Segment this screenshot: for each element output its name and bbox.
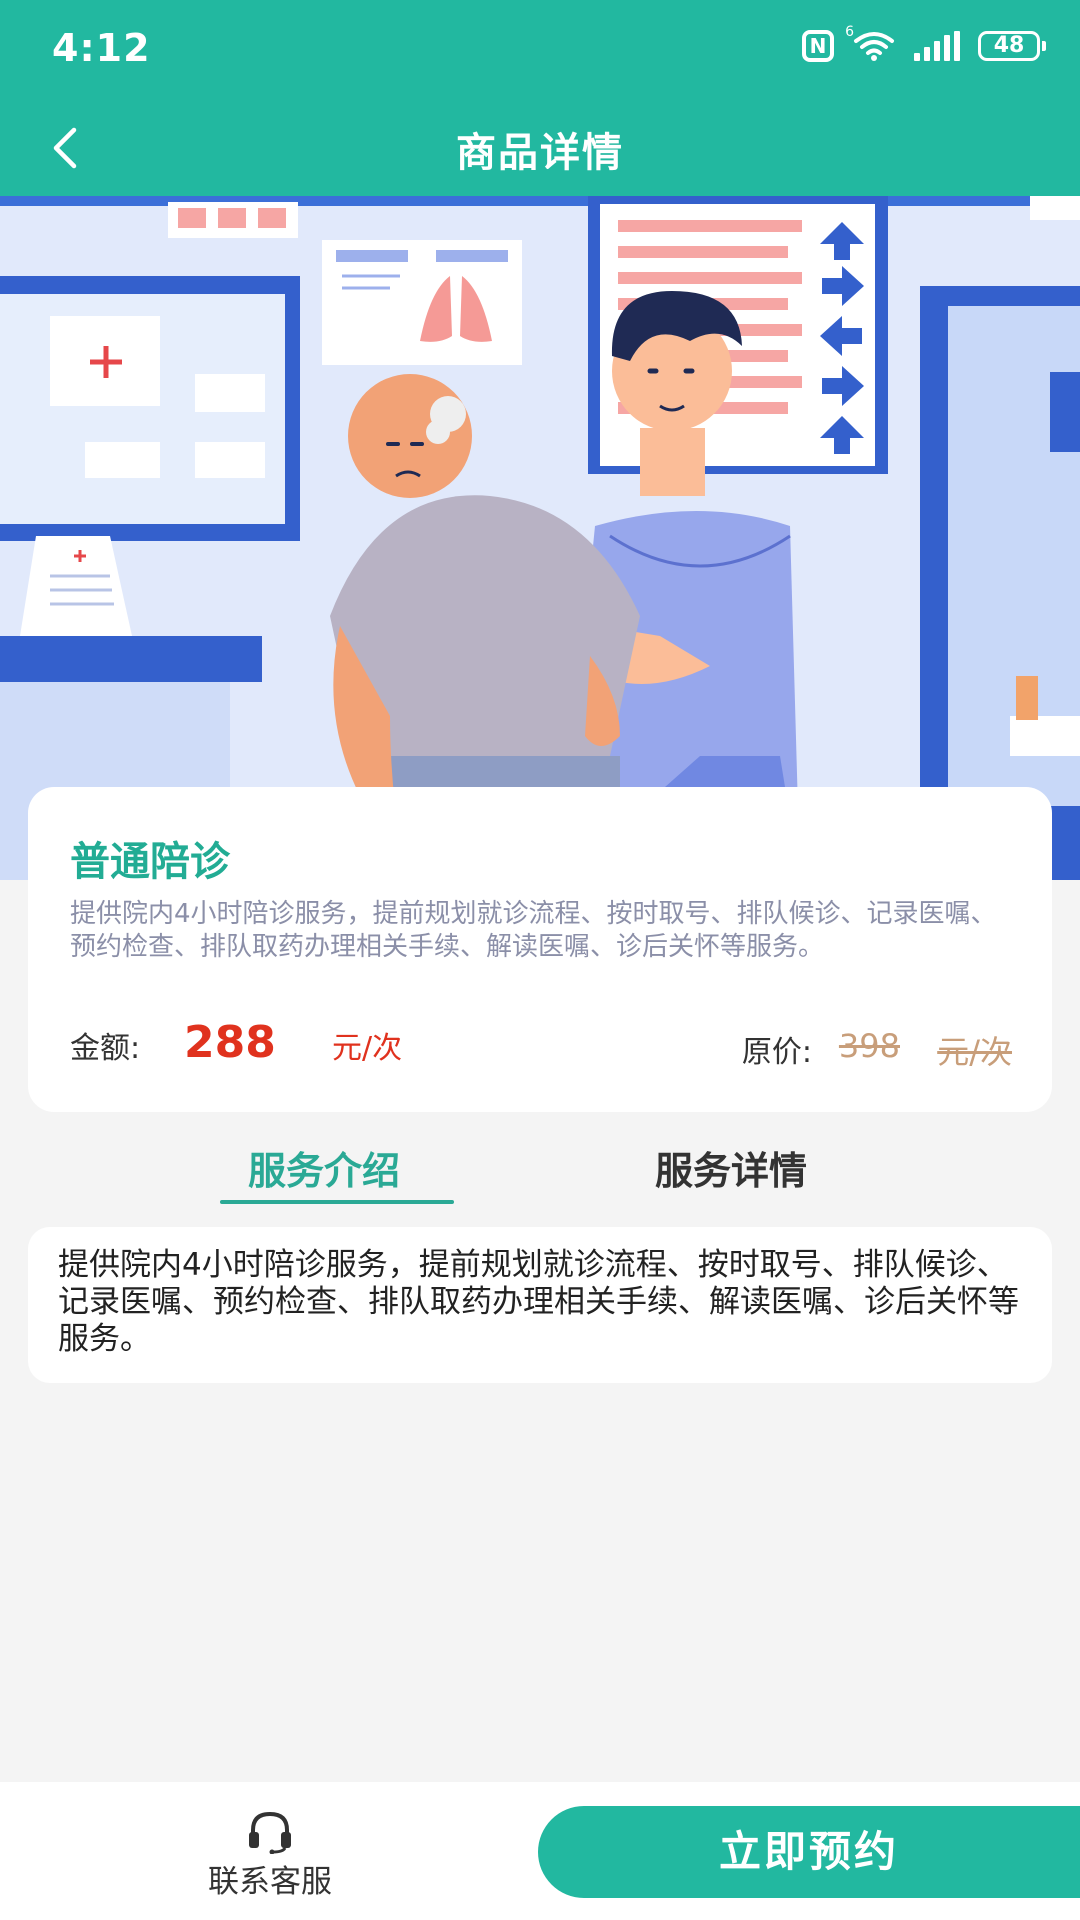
customer-service-button[interactable]: 联系客服 [170, 1810, 370, 1900]
battery-icon: 48 [978, 31, 1046, 61]
wifi-icon [852, 31, 896, 61]
status-icons: N 6 48 [802, 24, 1046, 62]
tab-bar: 服务介绍 服务详情 [0, 1140, 1080, 1206]
nfc-icon: N [802, 30, 834, 62]
tab-service-intro[interactable]: 服务介绍 [248, 1140, 400, 1195]
status-time: 4:12 [52, 26, 151, 70]
bottom-action-bar: 联系客服 立即预约 [0, 1782, 1080, 1920]
service-name: 普通陪诊 [70, 839, 230, 885]
page-title: 商品详情 [456, 130, 624, 176]
original-price-label: 原价: [741, 1035, 812, 1070]
book-now-button[interactable]: 立即预约 [538, 1806, 1080, 1898]
price-row: 金额: 288 元/次 原价: 398 元/次 [70, 1013, 1012, 1073]
headset-icon [245, 1810, 295, 1855]
service-card: 普通陪诊 提供院内4小时陪诊服务，提前规划就诊流程、按时取号、排队候诊、记录医嘱… [28, 787, 1052, 1112]
wifi-label: 6 [845, 24, 854, 40]
nav-bar: 商品详情 [0, 100, 1080, 196]
customer-service-label: 联系客服 [208, 1864, 332, 1900]
original-price-unit: 元/次 [937, 1033, 1012, 1071]
hero-illustration [0, 196, 1080, 880]
service-intro-panel: 提供院内4小时陪诊服务，提前规划就诊流程、按时取号、排队候诊、记录医嘱、预约检查… [28, 1227, 1052, 1383]
service-intro-text: 提供院内4小时陪诊服务，提前规划就诊流程、按时取号、排队候诊、记录医嘱、预约检查… [58, 1247, 1019, 1357]
price-label: 金额: [70, 1031, 141, 1066]
signal-icon [914, 31, 960, 61]
tab-service-details[interactable]: 服务详情 [655, 1140, 807, 1195]
price-value: 288 [184, 1017, 276, 1068]
status-bar: 4:12 N 6 48 [0, 0, 1080, 100]
active-tab-indicator [220, 1200, 454, 1204]
service-description: 提供院内4小时陪诊服务，提前规划就诊流程、按时取号、排队候诊、记录医嘱、预约检查… [70, 899, 997, 962]
original-price-value: 398 [838, 1027, 900, 1065]
price-unit: 元/次 [332, 1031, 403, 1066]
